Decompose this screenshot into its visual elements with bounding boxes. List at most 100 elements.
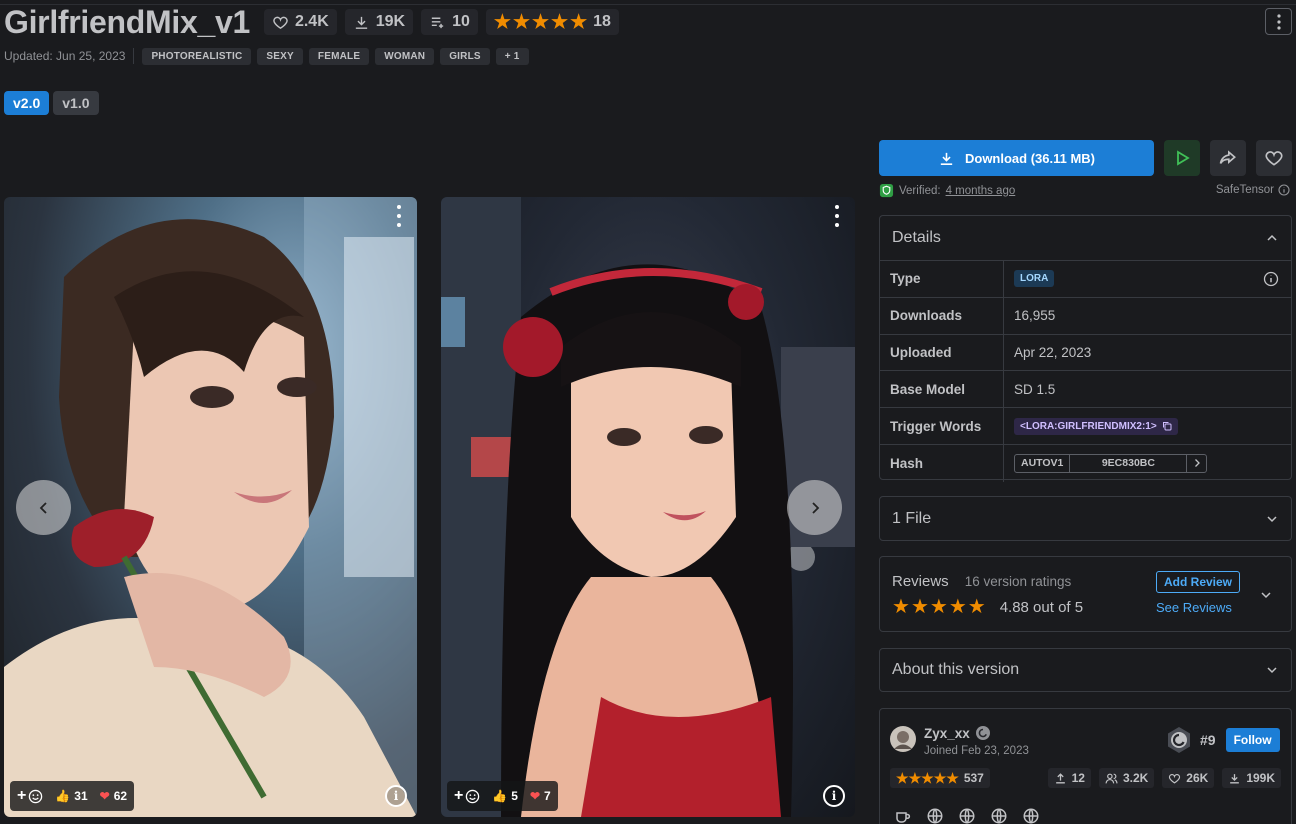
row-label: Hash: [880, 444, 1004, 482]
see-reviews-link[interactable]: See Reviews: [1156, 600, 1232, 615]
chevron-right-icon: [811, 501, 819, 514]
download-button[interactable]: Download (36.11 MB): [879, 140, 1154, 176]
hash-field[interactable]: AUTOV1 9EC830BC: [1014, 453, 1208, 473]
details-panel: Details Type LORA Downloads 16,955 Uploa…: [879, 215, 1292, 482]
creator-rank: #9: [1200, 732, 1216, 748]
info-icon[interactable]: [1278, 184, 1290, 196]
version-tabs: v2.0 v1.0: [4, 91, 99, 115]
hash-next-button[interactable]: [1187, 455, 1206, 472]
trigger-word-chip[interactable]: <LORA:GIRLFRIENDMIX2:1>: [1014, 417, 1178, 435]
uploads-count: 12: [1071, 771, 1085, 785]
thumbs-up-reaction[interactable]: 👍 5: [492, 789, 518, 803]
details-header[interactable]: Details: [880, 216, 1291, 260]
more-options-button[interactable]: [1265, 8, 1292, 35]
reactions-bar: + 👍 5 ❤ 7: [447, 781, 558, 811]
chevron-down-icon[interactable]: [1259, 588, 1273, 602]
copy-icon: [1162, 422, 1172, 431]
details-row-type: Type LORA: [880, 261, 1291, 298]
likes-stat[interactable]: 2.4K: [263, 9, 337, 35]
creator-name[interactable]: Zyx_xx: [924, 726, 970, 741]
star-icon: ★: [967, 596, 986, 618]
files-panel[interactable]: 1 File: [879, 496, 1292, 541]
heart-count: 62: [113, 789, 128, 803]
downloads-count: 19K: [375, 13, 406, 30]
thumbs-up-icon: 👍: [492, 789, 508, 803]
version-tab-v2[interactable]: v2.0: [4, 91, 50, 115]
add-reaction-button[interactable]: +: [454, 787, 480, 805]
star-icon: ★: [910, 596, 929, 618]
details-row-hash: Hash AUTOV1 9EC830BC: [880, 444, 1291, 482]
star-icon: ★: [946, 770, 959, 786]
kebab-icon: [1276, 13, 1281, 30]
review-score: 4.88 out of 5: [999, 598, 1084, 616]
download-icon: [940, 152, 953, 165]
star-icon: ★: [493, 11, 511, 33]
heart-count: 7: [544, 789, 551, 803]
tag-girls[interactable]: GIRLS: [440, 47, 490, 65]
version-tab-v1[interactable]: v1.0: [53, 91, 99, 115]
avatar[interactable]: [890, 726, 916, 752]
star-icon: ★: [551, 11, 569, 33]
download-icon: [355, 16, 367, 29]
run-button[interactable]: [1164, 140, 1200, 176]
review-stars: ★ ★ ★ ★ ★: [892, 597, 986, 617]
chevron-down-icon: [1267, 515, 1277, 522]
about-title: About this version: [892, 661, 1020, 678]
follow-button[interactable]: Follow: [1225, 728, 1280, 752]
downloads-count: 199K: [1246, 771, 1275, 785]
details-row-uploaded: Uploaded Apr 22, 2023: [880, 334, 1291, 372]
chevron-right-icon: [1194, 459, 1200, 468]
star-icon: ★: [512, 11, 530, 33]
heart-reaction[interactable]: ❤ 7: [530, 789, 551, 803]
globe-icon[interactable]: [1022, 807, 1040, 824]
star-icon: ★: [532, 11, 550, 33]
star-icon: ★: [570, 11, 588, 33]
about-panel[interactable]: About this version: [879, 648, 1292, 692]
heart-icon: ❤: [99, 789, 110, 803]
image-menu-button[interactable]: [395, 205, 403, 227]
base-model-value: SD 1.5: [1014, 381, 1056, 397]
info-icon[interactable]: [1263, 271, 1279, 287]
coffee-icon[interactable]: [894, 807, 912, 824]
star-icon: ★: [908, 770, 922, 786]
image-info-icon[interactable]: i: [385, 785, 407, 807]
row-label: Type: [880, 261, 1004, 297]
row-label: Base Model: [880, 371, 1004, 408]
image-menu-button[interactable]: [833, 205, 841, 227]
file-format: SafeTensor: [1216, 184, 1290, 196]
next-image-button[interactable]: [787, 480, 842, 535]
playlist-add-icon: [431, 17, 444, 28]
creator-rating-count: 537: [963, 771, 984, 785]
gallery-image-card[interactable]: + 👍 5 ❤ 7 i: [441, 197, 855, 817]
heart-reaction[interactable]: ❤ 62: [100, 789, 127, 803]
favorite-button[interactable]: [1256, 140, 1292, 176]
verified-time-link[interactable]: 4 months ago: [946, 185, 1016, 197]
updated-date: Updated: Jun 25, 2023: [4, 49, 126, 63]
share-button[interactable]: [1210, 140, 1246, 176]
thumbs-up-reaction[interactable]: 👍 31: [55, 789, 87, 803]
globe-icon[interactable]: [990, 807, 1008, 824]
rating-stat[interactable]: ★ ★ ★ ★ ★ 18: [485, 9, 619, 35]
creator-followers: 3.2K: [1098, 768, 1155, 788]
tag-sexy[interactable]: SEXY: [257, 47, 303, 65]
meta-row: Updated: Jun 25, 2023 PHOTOREALISTIC SEX…: [4, 47, 529, 65]
reactions-bar: + 👍 31 ❤ 62: [10, 781, 135, 811]
hash-type: AUTOV1: [1015, 454, 1071, 472]
shield-check-icon: [879, 183, 894, 198]
verified-badge-icon: [975, 726, 990, 740]
tag-photorealistic[interactable]: PHOTOREALISTIC: [142, 47, 252, 65]
globe-icon[interactable]: [926, 807, 944, 824]
gallery-image-card[interactable]: + 👍 31 ❤ 62 i: [4, 197, 417, 817]
globe-icon[interactable]: [958, 807, 976, 824]
add-reaction-button[interactable]: +: [17, 787, 43, 805]
thumbs-up-count: 5: [511, 789, 518, 803]
plus-icon: +: [454, 787, 464, 804]
more-tags-button[interactable]: + 1: [495, 47, 529, 65]
add-review-button[interactable]: Add Review: [1156, 571, 1241, 593]
tag-woman[interactable]: WOMAN: [375, 47, 435, 65]
hash-value: 9EC830BC: [1070, 454, 1188, 472]
image-info-icon[interactable]: i: [823, 785, 845, 807]
tag-female[interactable]: FEMALE: [308, 47, 370, 65]
previous-image-button[interactable]: [16, 480, 71, 535]
collections-stat[interactable]: 10: [421, 9, 478, 35]
